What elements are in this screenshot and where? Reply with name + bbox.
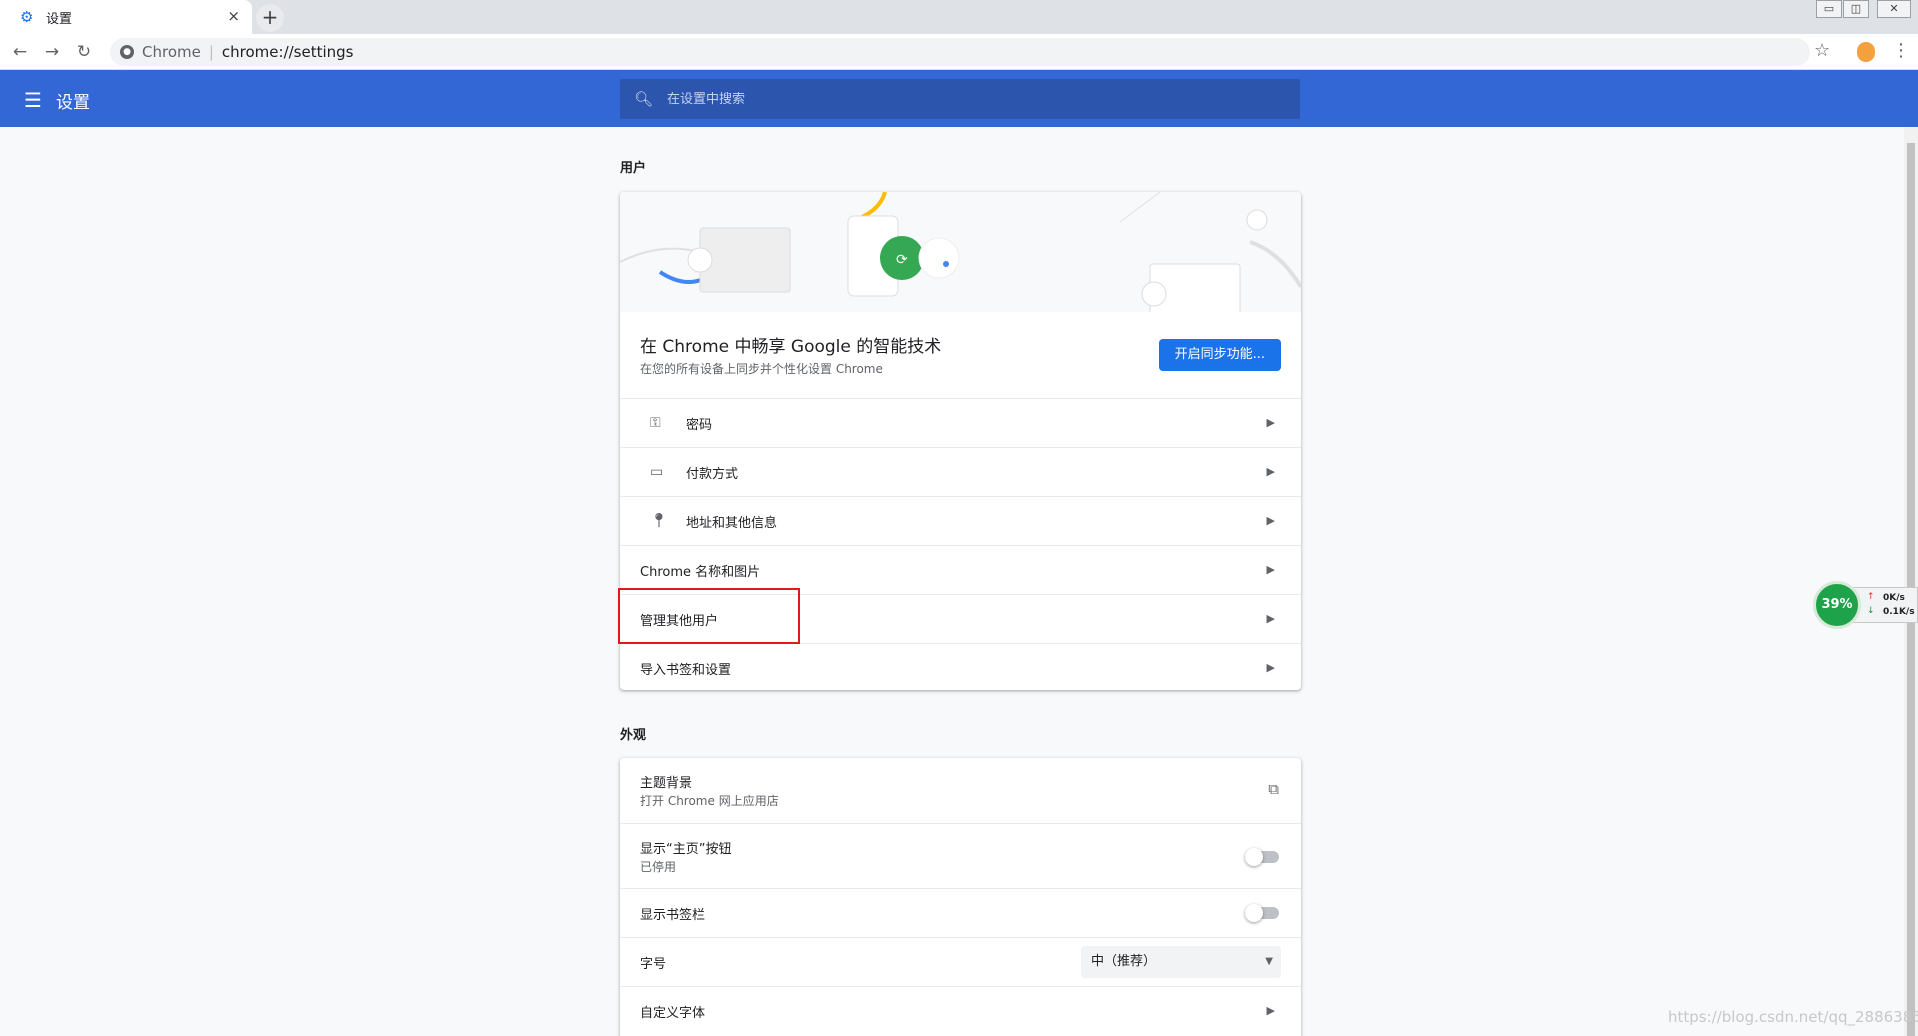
- arrow-right-icon: ▶: [1266, 661, 1275, 674]
- close-tab-icon[interactable]: ×: [227, 7, 240, 25]
- import-bookmarks-row[interactable]: 导入书签和设置 ▶: [620, 643, 1301, 692]
- upload-arrow-icon: ↑: [1867, 592, 1875, 602]
- chrome-name-picture-label: Chrome 名称和图片: [640, 564, 761, 580]
- sync-promo-subtitle: 在您的所有设备上同步并个性化设置 Chrome: [640, 362, 883, 376]
- arrow-right-icon: ▶: [1266, 465, 1275, 478]
- download-speed: 0.1K/s: [1883, 607, 1915, 617]
- highlight-box: [618, 588, 800, 644]
- more-menu-icon[interactable]: ⋮: [1892, 40, 1910, 61]
- minimize-button[interactable]: ▭: [1816, 0, 1842, 18]
- key-icon: ⚿: [650, 415, 661, 431]
- close-window-button[interactable]: ✕: [1877, 0, 1911, 18]
- section-title-user: 用户: [620, 161, 647, 176]
- search-icon: 🔍︎: [634, 90, 654, 108]
- new-tab-button[interactable]: +: [256, 4, 284, 32]
- page-title: 设置: [56, 93, 90, 113]
- toggle-knob: [1245, 848, 1263, 866]
- sync-promo-title: 在 Chrome 中畅享 Google 的智能技术: [640, 337, 942, 357]
- forward-arrow-icon[interactable]: →: [40, 40, 64, 64]
- tab-title: 设置: [46, 11, 73, 27]
- show-home-button-sublabel: 已停用: [640, 860, 677, 874]
- arrow-right-icon: ▶: [1266, 1004, 1275, 1017]
- arrow-right-icon: ▶: [1266, 612, 1275, 625]
- section-title-appearance: 外观: [620, 728, 647, 743]
- theme-row[interactable]: 主题背景 打开 Chrome 网上应用店 ⧉: [620, 758, 1301, 823]
- theme-label: 主题背景: [640, 776, 693, 791]
- chrome-page-icon: ●: [120, 45, 134, 59]
- import-bookmarks-label: 导入书签和设置: [640, 662, 732, 678]
- font-size-select[interactable]: 中（推荐） ▼: [1081, 946, 1281, 978]
- show-home-button-label: 显示“主页”按钮: [640, 842, 732, 857]
- appearance-card: 主题背景 打开 Chrome 网上应用店 ⧉ 显示“主页”按钮 已停用 显示书签…: [620, 758, 1301, 1036]
- svg-text:⟳: ⟳: [896, 252, 908, 268]
- extension-icon[interactable]: [1857, 42, 1875, 62]
- passwords-row[interactable]: ⚿ 密码 ▶: [620, 398, 1301, 447]
- sync-promo: 在 Chrome 中畅享 Google 的智能技术 在您的所有设备上同步并个性化…: [620, 312, 1301, 398]
- open-external-icon[interactable]: ⧉: [1268, 780, 1279, 798]
- sync-illustration-graphic: ⟳: [620, 192, 1301, 312]
- show-bookmarks-bar-toggle[interactable]: [1245, 904, 1279, 922]
- reload-icon[interactable]: ↻: [72, 40, 96, 64]
- hamburger-menu-icon[interactable]: ☰: [24, 88, 42, 112]
- download-arrow-icon: ↓: [1867, 606, 1875, 616]
- tab-settings[interactable]: ⚙ 设置 ×: [0, 0, 252, 34]
- theme-sublabel: 打开 Chrome 网上应用店: [640, 794, 779, 808]
- restore-button[interactable]: ◫: [1843, 0, 1869, 18]
- customize-fonts-row[interactable]: 自定义字体 ▶: [620, 986, 1301, 1035]
- show-bookmarks-bar-label: 显示书签栏: [640, 907, 706, 923]
- credit-card-icon: ▭: [650, 464, 664, 480]
- toggle-knob: [1245, 904, 1263, 922]
- address-bar[interactable]: ● Chrome | chrome://settings: [110, 38, 1810, 66]
- sync-illustration: ⟳: [620, 192, 1301, 312]
- back-arrow-icon[interactable]: ←: [8, 40, 32, 64]
- network-monitor-widget[interactable]: 39% ↑ 0K/s ↓ 0.1K/s: [1813, 581, 1918, 629]
- memory-usage-gauge: 39%: [1813, 581, 1861, 629]
- chevron-down-icon: ▼: [1265, 956, 1273, 967]
- customize-fonts-label: 自定义字体: [640, 1005, 706, 1021]
- addresses-row[interactable]: 📍︎ 地址和其他信息 ▶: [620, 496, 1301, 545]
- addresses-label: 地址和其他信息: [686, 515, 778, 531]
- payment-methods-row[interactable]: ▭ 付款方式 ▶: [620, 447, 1301, 496]
- arrow-right-icon: ▶: [1266, 563, 1275, 576]
- chrome-name-picture-row[interactable]: Chrome 名称和图片 ▶: [620, 545, 1301, 594]
- payment-methods-label: 付款方式: [686, 466, 739, 482]
- upload-speed: 0K/s: [1883, 593, 1905, 603]
- font-size-label: 字号: [640, 956, 667, 972]
- bookmark-star-icon[interactable]: ☆: [1814, 40, 1830, 61]
- arrow-right-icon: ▶: [1266, 514, 1275, 527]
- show-home-button-row[interactable]: 显示“主页”按钮 已停用: [620, 823, 1301, 888]
- show-bookmarks-bar-row[interactable]: 显示书签栏: [620, 888, 1301, 937]
- location-pin-icon: 📍︎: [650, 513, 668, 529]
- browser-toolbar: ← → ↻ ● Chrome | chrome://settings ☆ ⋮: [0, 34, 1918, 70]
- passwords-label: 密码: [686, 417, 713, 433]
- watermark: https://blog.csdn.net/qq_28863851: [1668, 1008, 1918, 1026]
- settings-search-box[interactable]: 🔍︎: [620, 79, 1300, 119]
- search-input[interactable]: [667, 91, 1268, 107]
- turn-on-sync-button[interactable]: 开启同步功能...: [1158, 339, 1281, 371]
- address-origin: Chrome: [142, 43, 201, 61]
- arrow-right-icon: ▶: [1266, 416, 1275, 429]
- font-size-row: 字号 中（推荐） ▼: [620, 937, 1301, 986]
- show-home-button-toggle[interactable]: [1245, 848, 1279, 866]
- address-url: chrome://settings: [221, 43, 354, 61]
- gear-icon: ⚙: [20, 8, 34, 26]
- address-separator: |: [208, 43, 214, 61]
- tab-strip: ⚙ 设置 × + ▭ ◫ ✕: [0, 0, 1918, 34]
- settings-header: ☰ 设置 🔍︎: [0, 70, 1918, 127]
- font-size-value: 中（推荐）: [1091, 954, 1157, 969]
